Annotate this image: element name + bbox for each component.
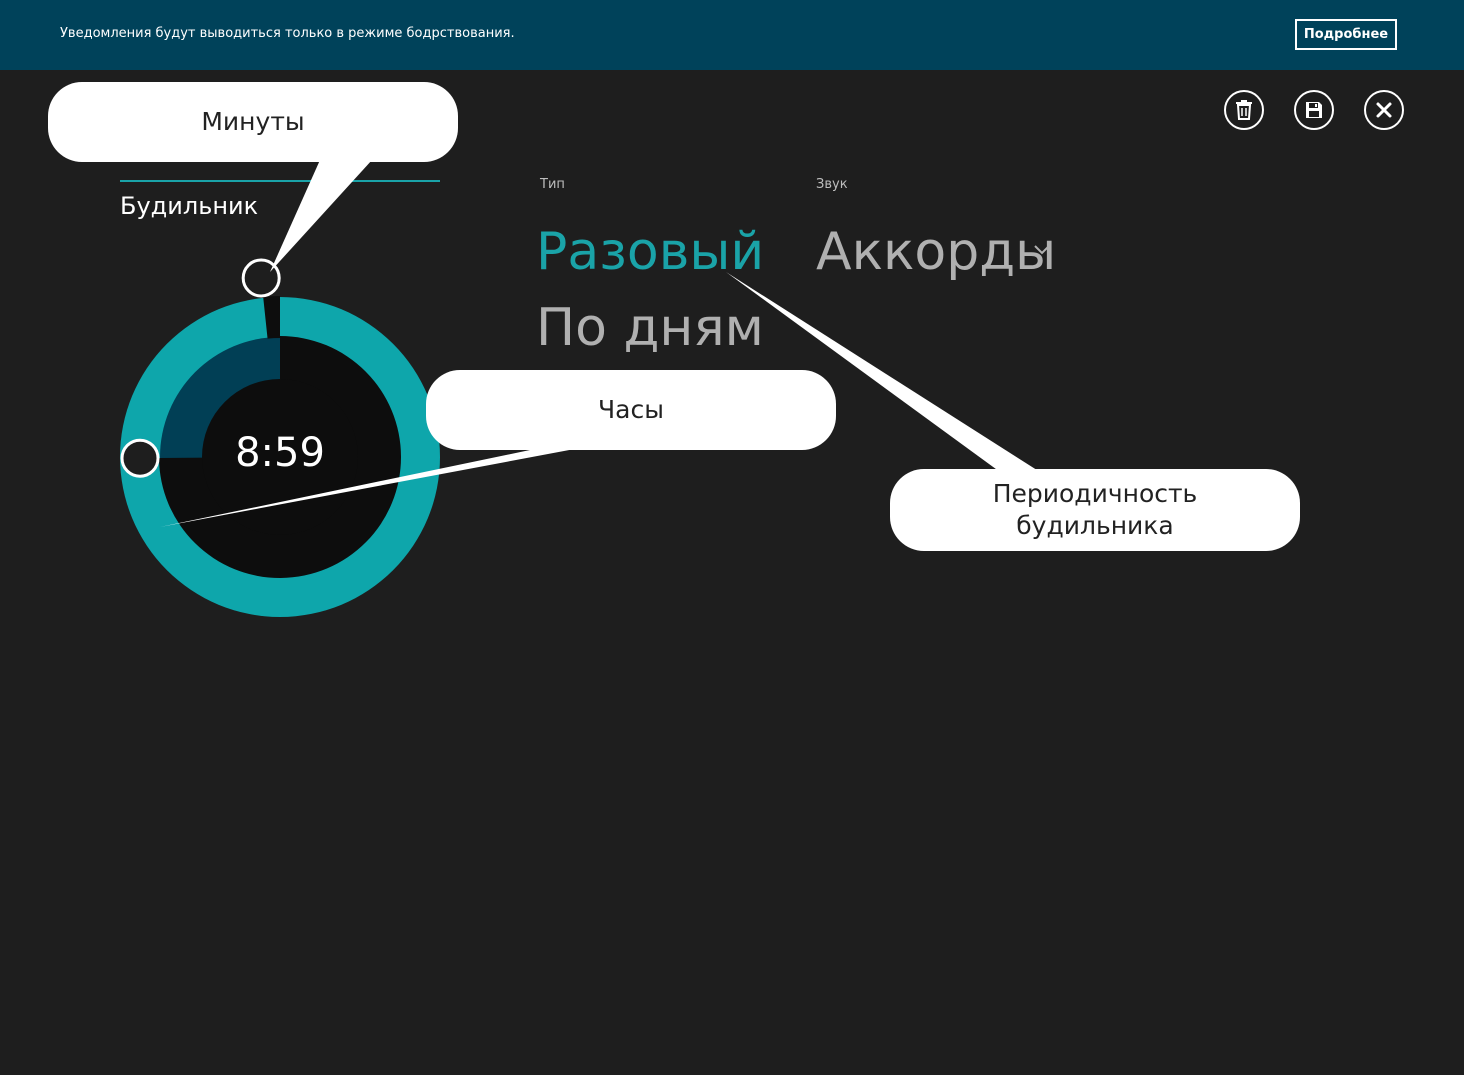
close-icon — [1376, 102, 1392, 118]
time-readout: 8:59 — [235, 430, 325, 476]
notification-message: Уведомления будут выводиться только в ре… — [60, 26, 515, 41]
hour-handle[interactable] — [120, 438, 160, 478]
save-button[interactable] — [1294, 90, 1334, 130]
frequency-callout-line2: будильника — [1016, 511, 1174, 540]
frequency-callout-text: Периодичность будильника — [890, 478, 1300, 542]
trash-icon — [1236, 100, 1252, 120]
notification-bar: Уведомления будут выводиться только в ре… — [0, 0, 1464, 70]
save-icon — [1306, 102, 1322, 118]
minute-handle[interactable] — [241, 258, 281, 298]
title-underline — [120, 180, 440, 182]
more-info-button[interactable]: Подробнее — [1295, 19, 1397, 50]
close-button[interactable] — [1364, 90, 1404, 130]
type-option-by-days[interactable]: По дням — [536, 302, 764, 354]
minutes-callout-pointer — [270, 160, 372, 272]
frequency-callout-pointer — [726, 272, 1040, 472]
hours-callout-text: Часы — [598, 395, 664, 424]
sound-label: Звук — [816, 177, 848, 192]
alarm-name-field[interactable]: Будильник — [120, 192, 258, 220]
minutes-callout-text: Минуты — [201, 107, 305, 136]
sound-select[interactable]: Аккорды — [816, 226, 1056, 278]
type-option-once[interactable]: Разовый — [536, 226, 764, 278]
alarm-edit-page: Уведомления будут выводиться только в ре… — [0, 0, 1464, 1075]
chevron-down-icon[interactable] — [1032, 243, 1052, 257]
frequency-callout-line1: Периодичность — [992, 479, 1198, 508]
type-label: Тип — [540, 177, 565, 192]
delete-button[interactable] — [1224, 90, 1264, 130]
